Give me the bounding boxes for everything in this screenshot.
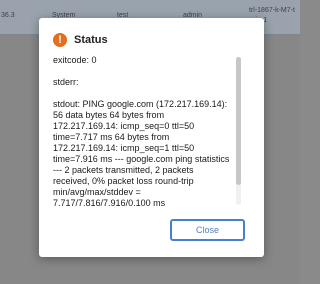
background-cell: 36.3 <box>1 12 15 19</box>
content-scrollbar[interactable] <box>236 57 241 205</box>
background-cell: trl-1867-k-M7-t <box>249 7 295 14</box>
stderr-text: stderr: <box>53 77 79 87</box>
dialog-content[interactable]: exitcode: 0 stderr: stdout: PING google.… <box>53 55 231 207</box>
scrollbar-thumb[interactable] <box>236 57 241 185</box>
dialog-footer <box>39 211 264 212</box>
close-button[interactable]: Close <box>170 219 245 241</box>
status-dialog: ! Status exitcode: 0 stderr: stdout: PIN… <box>39 18 264 257</box>
exclamation-circle-icon: ! <box>53 33 67 47</box>
dialog-title: Status <box>74 34 108 46</box>
exitcode-text: exitcode: 0 <box>53 55 97 65</box>
stdout-text: stdout: PING google.com (172.217.169.14)… <box>53 99 230 207</box>
